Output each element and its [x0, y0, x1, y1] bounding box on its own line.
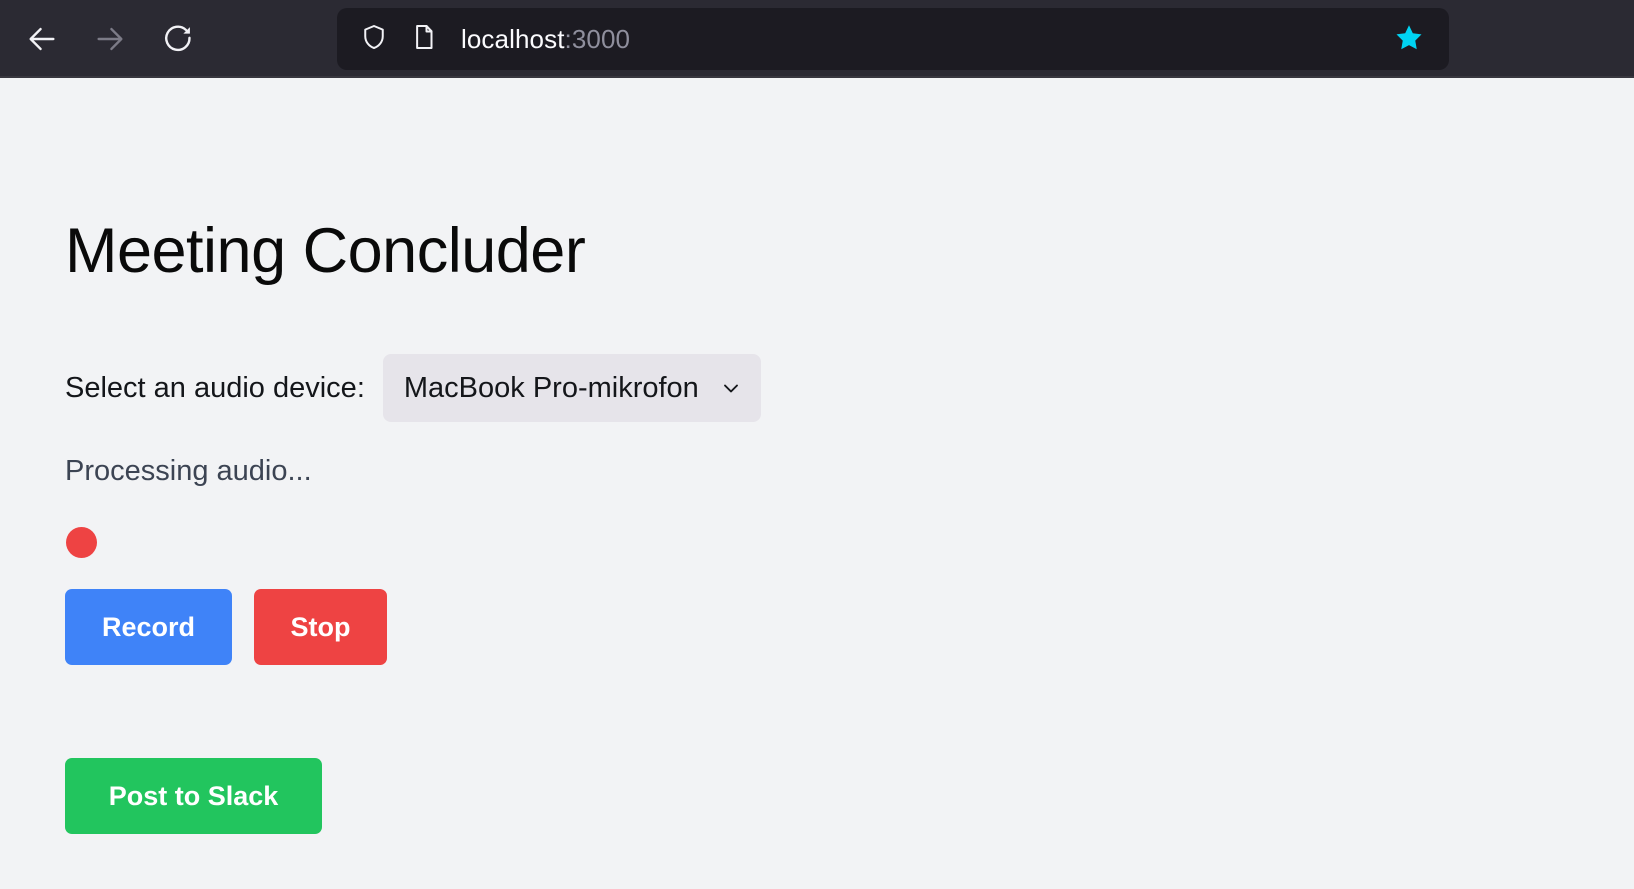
recording-controls: Record Stop	[65, 589, 387, 665]
document-icon[interactable]	[409, 22, 439, 57]
audio-device-selected-value: MacBook Pro-mikrofon	[403, 371, 699, 404]
shield-icon[interactable]	[359, 22, 389, 57]
reload-button[interactable]	[144, 8, 212, 70]
post-to-slack-button[interactable]: Post to Slack	[65, 758, 322, 834]
page-content: Meeting Concluder Select an audio device…	[0, 78, 1634, 889]
audio-device-select[interactable]: MacBook Pro-mikrofon	[382, 354, 761, 422]
chevron-down-icon	[719, 376, 743, 400]
arrow-right-icon	[93, 22, 127, 56]
navigation-buttons	[0, 8, 212, 70]
url-port: :3000	[564, 23, 631, 54]
reload-icon	[161, 22, 195, 56]
url-host: localhost	[461, 23, 565, 54]
address-bar[interactable]: localhost:3000	[337, 8, 1449, 70]
url-text[interactable]: localhost:3000	[461, 24, 1387, 55]
bookmark-button[interactable]	[1387, 17, 1431, 61]
star-icon	[1394, 22, 1424, 57]
recording-dot	[66, 527, 97, 558]
status-message: Processing audio...	[65, 455, 312, 487]
audio-device-row: Select an audio device: MacBook Pro-mikr…	[65, 354, 761, 422]
page-title: Meeting Concluder	[65, 216, 586, 286]
arrow-left-icon	[25, 22, 59, 56]
identity-icons	[359, 22, 439, 57]
stop-button[interactable]: Stop	[254, 589, 387, 665]
record-button[interactable]: Record	[65, 589, 232, 665]
browser-toolbar: localhost:3000	[0, 0, 1634, 78]
forward-button[interactable]	[76, 8, 144, 70]
audio-device-label: Select an audio device:	[65, 371, 365, 404]
back-button[interactable]	[8, 8, 76, 70]
